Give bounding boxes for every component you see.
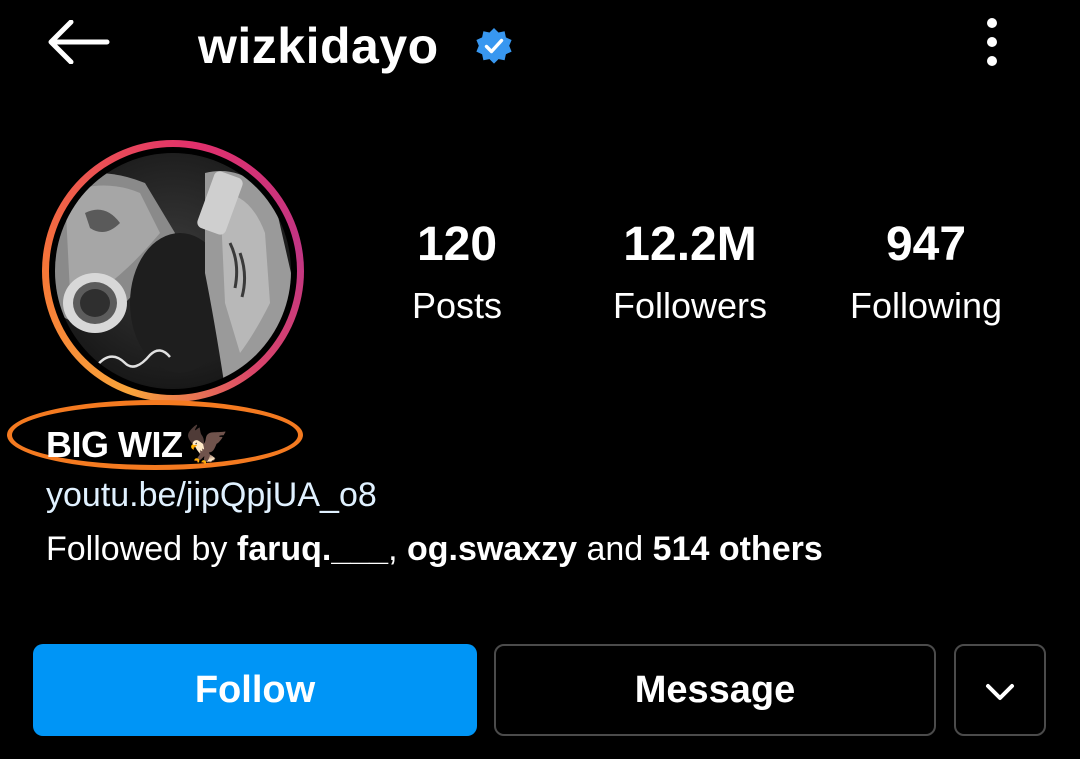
profile-username: wizkidayo xyxy=(198,18,439,74)
followers-count: 12.2M xyxy=(623,218,757,271)
following-label: Following xyxy=(849,285,1003,326)
message-button[interactable]: Message xyxy=(494,644,936,736)
followers-label: Followers xyxy=(612,285,768,326)
stat-following[interactable]: 947 Following xyxy=(816,214,1036,336)
eagle-icon: 🦅 xyxy=(184,424,229,465)
verified-badge-icon xyxy=(474,26,514,66)
suggested-accounts-button[interactable] xyxy=(954,644,1046,736)
posts-label: Posts xyxy=(411,285,503,326)
followed-by-separator: , xyxy=(388,530,407,568)
followed-by-prefix: Followed by xyxy=(46,530,237,568)
stat-followers[interactable]: 12.2M Followers xyxy=(580,214,800,336)
chevron-down-icon xyxy=(985,669,1015,712)
display-name: BIG WIZ 🦅 xyxy=(46,419,229,471)
stat-posts[interactable]: 120 Posts xyxy=(347,214,567,336)
arrow-left-icon xyxy=(45,19,111,69)
back-button[interactable] xyxy=(40,14,116,74)
story-ring xyxy=(42,140,304,402)
more-vertical-icon xyxy=(986,17,998,72)
followed-by-user-2: og.swaxzy xyxy=(406,530,578,568)
followed-by-user-1: faruq.___ xyxy=(236,530,389,568)
following-count: 947 xyxy=(885,218,967,271)
followed-by-others: 514 others xyxy=(652,530,823,568)
bio-link[interactable]: youtu.be/jipQpjUA_o8 xyxy=(46,476,377,515)
follow-button[interactable]: Follow xyxy=(33,644,477,736)
followed-by-text[interactable]: Followed by faruq.___, og.swaxzy and 514… xyxy=(46,530,823,569)
followed-by-and: and xyxy=(577,530,653,568)
posts-count: 120 xyxy=(416,218,498,271)
profile-avatar[interactable] xyxy=(55,153,291,389)
more-options-button[interactable] xyxy=(968,12,1016,76)
display-name-text: BIG WIZ xyxy=(46,424,183,465)
